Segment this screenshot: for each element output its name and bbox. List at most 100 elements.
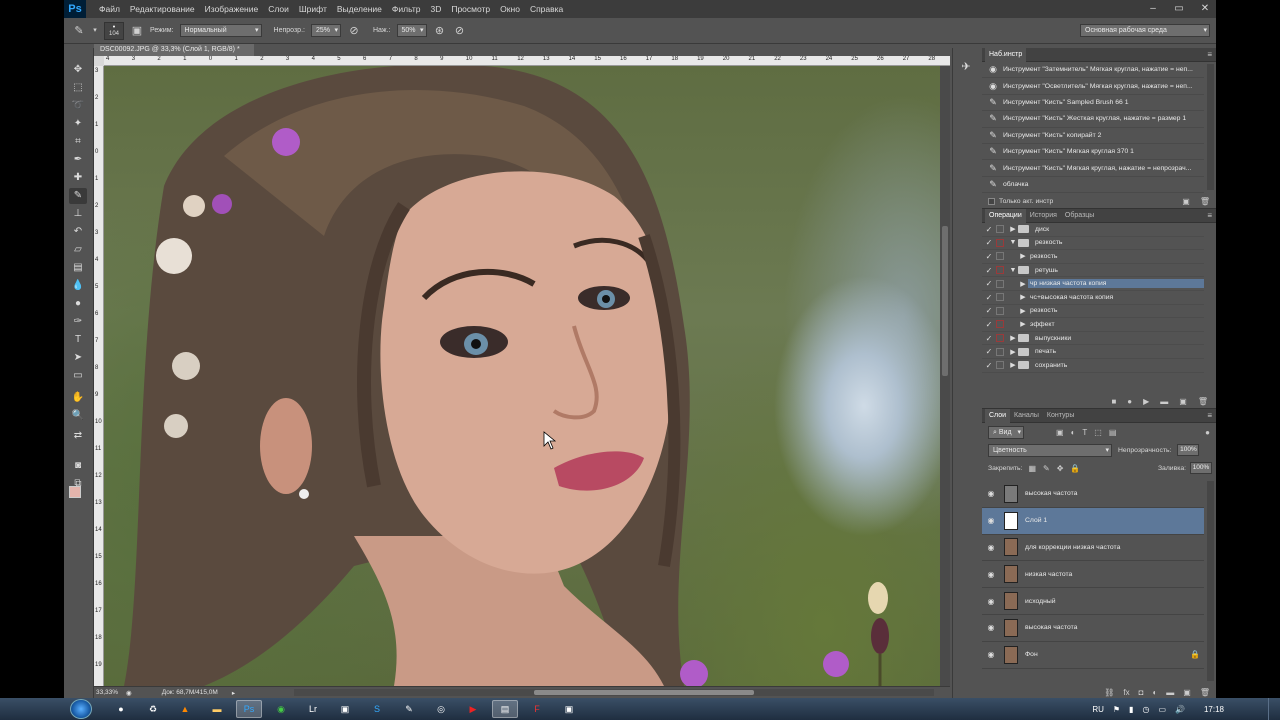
eye-icon[interactable]: ◉ — [982, 623, 1000, 632]
minimize-icon[interactable]: – — [1146, 2, 1160, 16]
tab-tool-presets[interactable]: Наб.инстр — [985, 47, 1027, 62]
airbrush-icon[interactable]: ⊛ — [433, 24, 447, 38]
blur-tool-icon[interactable]: 💧 — [69, 278, 87, 294]
action-row[interactable]: ✓ ▶ сохранить — [982, 359, 1204, 373]
expand-down-icon[interactable]: ▼ — [1008, 239, 1018, 246]
canvas-vertical-scroll-thumb[interactable] — [942, 226, 948, 376]
menu-image[interactable]: Изображение — [200, 0, 264, 18]
tab-actions[interactable]: Операции — [985, 208, 1026, 223]
pixel-filter-icon[interactable]: ▣ — [1056, 428, 1064, 437]
action-row[interactable]: ✓ ▶ резкость — [982, 305, 1204, 319]
tablet-opacity-icon[interactable]: ⊘ — [347, 24, 361, 38]
status-arrow-icon[interactable]: ▸ — [232, 689, 235, 697]
action-row[interactable]: ✓ ▼ резкость — [982, 237, 1204, 251]
dialog-toggle[interactable] — [996, 320, 1004, 329]
layer-style-icon[interactable]: fx — [1123, 688, 1129, 697]
brush-panel-toggle-icon[interactable]: ▣ — [130, 24, 144, 38]
healing-brush-tool-icon[interactable]: ✚ — [69, 170, 87, 186]
app-window2-icon[interactable]: ▣ — [556, 700, 582, 718]
checkmark-icon[interactable]: ✓ — [982, 293, 996, 302]
pressure-field[interactable]: 50% — [396, 24, 427, 37]
expand-right-icon[interactable]: ▶ — [1008, 348, 1018, 356]
flag-icon[interactable]: ⚑ — [1113, 705, 1120, 714]
hand-tool-icon[interactable]: ✋ — [69, 390, 87, 406]
panel-menu-icon[interactable]: ≡ — [1207, 50, 1212, 59]
app-task-icon[interactable]: ▤ — [492, 700, 518, 718]
tablet-size-icon[interactable]: ⊘ — [453, 24, 467, 38]
brush-tool-icon[interactable]: ✎ — [72, 24, 86, 38]
tab-history[interactable]: История — [1026, 209, 1061, 223]
add-mask-icon[interactable]: ◘ — [1139, 688, 1144, 697]
dialog-toggle[interactable] — [996, 252, 1004, 261]
youtube-icon[interactable]: ▶ — [460, 700, 486, 718]
preset-item[interactable]: ✎ Инструмент "Кисть" Мягкая круглая 370 1 — [982, 144, 1204, 161]
eyedropper-tool-icon[interactable]: ✒ — [69, 152, 87, 168]
expand-right-icon[interactable]: ▶ — [1018, 280, 1028, 288]
tab-paths[interactable]: Контуры — [1043, 409, 1078, 423]
quick-select-tool-icon[interactable]: ✦ — [69, 116, 87, 132]
maximize-icon[interactable]: ▭ — [1172, 2, 1186, 16]
dialog-toggle[interactable] — [996, 238, 1004, 247]
preset-item[interactable]: ✎ Инструмент "Кисть" Жесткая круглая, наж… — [982, 111, 1204, 128]
menu-3d[interactable]: 3D — [425, 0, 446, 18]
expand-down-icon[interactable]: ▼ — [1008, 267, 1018, 274]
zoom-level[interactable]: 33,33% — [96, 689, 118, 696]
expand-right-icon[interactable]: ▶ — [1018, 307, 1028, 315]
expand-right-icon[interactable]: ▶ — [1018, 293, 1028, 301]
eye-icon[interactable]: ◉ — [982, 597, 1000, 606]
crop-tool-icon[interactable]: ⌗ — [69, 134, 87, 150]
eye-icon[interactable]: ◉ — [982, 570, 1000, 579]
layer-row[interactable]: ◉ низкая частота — [982, 561, 1204, 589]
move-tool-icon[interactable]: ✥ — [69, 62, 87, 78]
preset-item[interactable]: ✎ облачка — [982, 177, 1204, 194]
brush-preset-picker[interactable]: • 104 — [104, 21, 124, 40]
trash-icon[interactable]: 🗑 — [1200, 197, 1210, 206]
path-select-tool-icon[interactable]: ➤ — [69, 350, 87, 366]
app-skype-icon[interactable]: S — [364, 700, 390, 718]
layers-scrollbar[interactable] — [1207, 481, 1214, 681]
checkmark-icon[interactable]: ✓ — [982, 334, 996, 343]
action-row[interactable]: ✓ ▼ ретушь — [982, 264, 1204, 278]
expand-right-icon[interactable]: ▶ — [1018, 320, 1028, 328]
expand-right-icon[interactable]: ▶ — [1008, 361, 1018, 369]
current-tool-only-checkbox[interactable] — [988, 197, 995, 205]
action-row[interactable]: ✓ ▶ печать — [982, 345, 1204, 359]
marquee-tool-icon[interactable]: ⬚ — [69, 80, 87, 96]
start-button[interactable] — [70, 699, 92, 719]
type-filter-icon[interactable]: T — [1082, 428, 1087, 437]
dialog-toggle[interactable] — [996, 347, 1004, 356]
menu-layers[interactable]: Слои — [263, 0, 294, 18]
lock-pixels-icon[interactable]: ✎ — [1043, 464, 1050, 473]
fill-field[interactable]: 100% — [1190, 462, 1212, 474]
expand-right-icon[interactable]: ▶ — [1018, 252, 1028, 260]
app-editor-icon[interactable]: ✎ — [396, 700, 422, 718]
trash-icon[interactable]: 🗑 — [1200, 688, 1210, 697]
checkmark-icon[interactable]: ✓ — [982, 347, 996, 356]
menu-file[interactable]: Файл — [94, 0, 125, 18]
document-tab[interactable]: DSC00092.JPG @ 33,3% (Слой 1, RGB/8) * — [94, 44, 254, 56]
expand-right-icon[interactable]: ▶ — [1008, 225, 1018, 233]
dialog-toggle[interactable] — [996, 266, 1004, 275]
screen-mode-icon[interactable]: ⧉ — [69, 476, 87, 492]
clock-tray-icon[interactable]: ◷ — [1142, 705, 1149, 714]
checkmark-icon[interactable]: ✓ — [982, 361, 996, 370]
eye-icon[interactable]: ◉ — [982, 543, 1000, 552]
layer-row[interactable]: ◉ исходный — [982, 588, 1204, 615]
checkmark-icon[interactable]: ✓ — [982, 238, 996, 247]
adjustment-layer-icon[interactable]: ◐ — [1152, 688, 1157, 697]
menu-edit[interactable]: Редактирование — [125, 0, 200, 18]
layer-opacity-field[interactable]: 100% — [1177, 444, 1200, 456]
opacity-field[interactable]: 25% — [310, 24, 341, 37]
layer-kind-select[interactable]: ⌕ Вид — [988, 425, 1024, 439]
ruler-origin[interactable] — [94, 56, 104, 66]
action-row[interactable]: ✓ ▶ эффект — [982, 318, 1204, 332]
expand-right-icon[interactable]: ▶ — [1008, 334, 1018, 342]
checkmark-icon[interactable]: ✓ — [982, 279, 996, 288]
lock-all-icon[interactable]: 🔒 — [1070, 464, 1080, 473]
app-vlc-icon[interactable]: ▲ — [172, 700, 198, 718]
adjustment-filter-icon[interactable]: ◐ — [1071, 428, 1076, 437]
shape-filter-icon[interactable]: ⬚ — [1094, 428, 1102, 437]
layer-row[interactable]: ◉ Слой 1 — [982, 507, 1204, 535]
gradient-tool-icon[interactable]: ▤ — [69, 260, 87, 276]
lock-position-icon[interactable]: ✥ — [1057, 464, 1064, 473]
